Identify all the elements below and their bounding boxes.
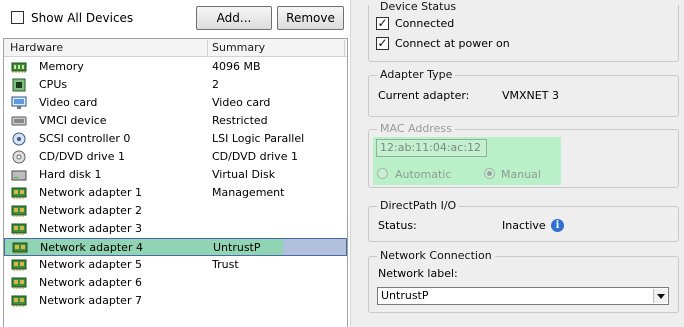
scsi-controller-icon [11,132,27,146]
hardware-summary: Trust [212,258,239,271]
hardware-name: Hard disk 1 [39,168,102,181]
table-row[interactable]: Memory 4096 MB [4,58,347,76]
network-label-label: Network label: [378,267,458,280]
device-status-title: Device Status [377,0,460,14]
connected-checkbox[interactable] [376,17,389,30]
table-row[interactable]: Network adapter 3 [4,220,347,238]
table-row[interactable]: Network adapter 5 Trust [4,256,347,274]
network-connection-group: Network Connection Network label: Untrus… [368,249,679,313]
hardware-name: Network adapter 4 [40,241,143,254]
hardware-name: Network adapter 3 [39,222,142,235]
hardware-pane: Show All Devices Add... Remove Hardware … [0,0,350,327]
manual-label[interactable]: Manual [501,168,541,182]
connected-label[interactable]: Connected [395,17,454,31]
hardware-summary: CD/DVD drive 1 [212,150,298,163]
network-adapter-icon [11,258,27,272]
mac-address-title: MAC Address [377,122,455,136]
hardware-table-header: Hardware Summary [4,39,347,57]
hardware-name: Network adapter 6 [39,276,142,289]
directpath-group: DirectPath I/O Status: Inactive i [368,199,679,242]
table-row[interactable]: Hard disk 1 Virtual Disk [4,166,347,184]
network-adapter-icon [11,276,27,290]
table-row[interactable]: VMCI device Restricted [4,112,347,130]
hardware-name: CPUs [39,78,68,91]
directpath-status-label: Status: [378,219,417,232]
hard-disk-icon [11,168,27,182]
table-row[interactable]: SCSI controller 0 LSI Logic Parallel [4,130,347,148]
hardware-summary: LSI Logic Parallel [212,132,305,145]
hardware-name: SCSI controller 0 [39,132,131,145]
current-adapter-label: Current adapter: [378,89,470,102]
adapter-type-title: Adapter Type [377,68,456,82]
hardware-name: Network adapter 5 [39,258,142,271]
hardware-summary: 2 [212,78,219,91]
automatic-radio[interactable] [377,168,388,179]
video-card-icon [11,96,27,110]
table-row[interactable]: Network adapter 1 Management [4,184,347,202]
table-row[interactable]: Network adapter 2 [4,202,347,220]
hardware-name: Network adapter 7 [39,294,142,307]
column-separator[interactable] [344,40,345,56]
hardware-name: CD/DVD drive 1 [39,150,125,163]
hardware-rows: Memory 4096 MB CPUs 2 Video card Video card VM… [4,58,347,310]
network-adapter-icon [11,222,27,236]
device-status-group: Device Status Connected Connect at power… [368,0,679,62]
chevron-down-icon[interactable] [653,289,667,303]
hardware-name: VMCI device [39,114,107,127]
directpath-status-value: Inactive [502,219,546,232]
hardware-toolbar: Show All Devices Add... Remove [0,0,350,38]
current-adapter-value: VMXNET 3 [502,89,559,102]
table-row[interactable]: Video card Video card [4,94,347,112]
vmci-device-icon [11,114,27,128]
cd-dvd-drive-icon [11,150,27,164]
network-adapter-icon [11,204,27,218]
column-header-hardware[interactable]: Hardware [6,39,63,57]
cpu-icon [11,78,27,92]
info-icon[interactable]: i [551,219,564,232]
network-adapter-icon [12,241,28,255]
automatic-label[interactable]: Automatic [395,168,451,182]
hardware-summary: 4096 MB [212,60,261,73]
network-adapter-icon [11,186,27,200]
hardware-name: Memory [39,60,84,73]
hardware-summary: Restricted [212,114,268,127]
hardware-name: Video card [39,96,98,109]
adapter-type-group: Adapter Type Current adapter: VMXNET 3 [368,68,679,117]
directpath-title: DirectPath I/O [377,199,460,213]
show-all-devices-label[interactable]: Show All Devices [31,11,133,25]
connect-at-power-on-label[interactable]: Connect at power on [395,37,510,51]
hardware-summary: Virtual Disk [212,168,276,181]
table-row[interactable]: Network adapter 4 UntrustP [4,238,347,256]
table-row[interactable]: Network adapter 7 [4,292,347,310]
mac-address-group: MAC Address 12:ab:11:04:ac:12 Automatic … [368,122,679,188]
hardware-table: Hardware Summary Memory 4096 MB CPUs 2 Video… [3,38,348,327]
device-properties-pane: Device Status Connected Connect at power… [350,0,684,327]
table-row[interactable]: Network adapter 6 [4,274,347,292]
hardware-name: Network adapter 2 [39,204,142,217]
mac-address-input[interactable]: 12:ab:11:04:ac:12 [376,139,487,157]
hardware-summary: Video card [212,96,271,109]
table-row[interactable]: CPUs 2 [4,76,347,94]
memory-icon [11,60,27,74]
hardware-name: Network adapter 1 [39,186,142,199]
add-button[interactable]: Add... [196,6,272,30]
show-all-devices-checkbox[interactable] [11,11,24,24]
network-connection-title: Network Connection [377,249,495,263]
hardware-summary: UntrustP [213,241,261,254]
network-label-selected-value: UntrustP [381,289,429,302]
manual-radio[interactable] [484,168,495,179]
table-row[interactable]: CD/DVD drive 1 CD/DVD drive 1 [4,148,347,166]
network-adapter-icon [11,294,27,308]
column-header-summary[interactable]: Summary [208,39,265,57]
network-label-select[interactable]: UntrustP [377,287,669,305]
connect-at-power-on-checkbox[interactable] [376,37,389,50]
hardware-summary: Management [212,186,285,199]
remove-button[interactable]: Remove [277,6,344,30]
